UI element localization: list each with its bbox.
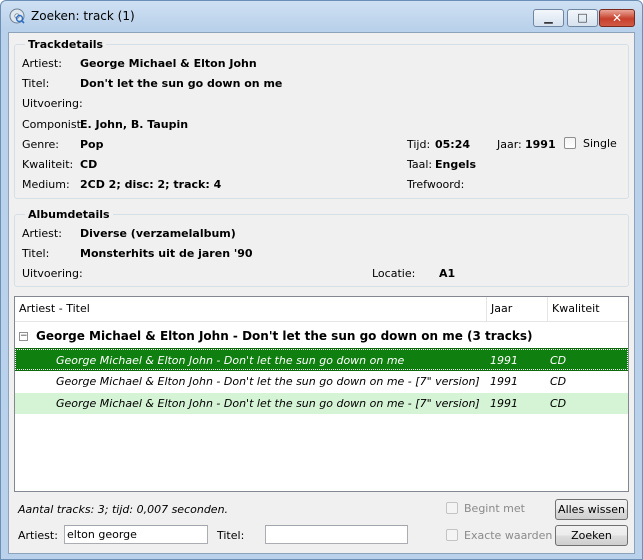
maximize-icon: □	[577, 11, 588, 24]
row-jaar: 1991	[490, 397, 518, 410]
track-titel-value: Don't let the sun go down on me	[80, 77, 283, 90]
search-disc-icon	[9, 8, 25, 24]
collapse-icon[interactable]: −	[19, 332, 28, 341]
results-list[interactable]: Artiest - Titel Jaar Kwaliteit − George …	[14, 296, 629, 492]
table-row[interactable]: George Michael & Elton John - Don't let …	[15, 393, 628, 414]
track-taal-label: Taal:	[407, 158, 433, 171]
single-label: Single	[583, 137, 617, 150]
row-title: George Michael & Elton John - Don't let …	[56, 354, 405, 367]
track-artiest-label: Artiest:	[22, 57, 62, 70]
album-locatie-value: A1	[439, 267, 456, 280]
zoeken-button[interactable]: Zoeken	[555, 525, 628, 546]
track-componist-value: E. John, B. Taupin	[80, 118, 189, 131]
list-group-header[interactable]: − George Michael & Elton John - Don't le…	[15, 328, 628, 346]
search-titel-label: Titel:	[217, 529, 245, 542]
status-text: Aantal tracks: 3; tijd: 0,007 seconden.	[18, 503, 229, 516]
row-jaar: 1991	[490, 354, 518, 367]
row-kwaliteit: CD	[550, 397, 567, 410]
row-kwaliteit: CD	[550, 375, 567, 388]
track-taal-value: Engels	[435, 158, 476, 171]
track-medium-label: Medium:	[22, 178, 70, 191]
album-uitvoering-label: Uitvoering:	[22, 267, 83, 280]
album-artiest-label: Artiest:	[22, 227, 62, 240]
exacte-waarden-checkbox[interactable]	[446, 529, 458, 541]
track-titel-label: Titel:	[22, 77, 50, 90]
artiest-search-input[interactable]: elton george	[64, 525, 208, 544]
single-checkbox[interactable]	[564, 137, 576, 149]
column-artiest-titel[interactable]: Artiest - Titel	[15, 297, 486, 321]
track-medium-value: 2CD 2; disc: 2; track: 4	[80, 178, 222, 191]
column-kwaliteit[interactable]: Kwaliteit	[547, 297, 628, 321]
search-window: Zoeken: track (1) ▁ □ ✕ Trackdetails Art…	[0, 0, 643, 560]
alles-wissen-button[interactable]: Alles wissen	[555, 499, 628, 520]
track-componist-label: Componist:	[22, 118, 85, 131]
row-jaar: 1991	[490, 375, 518, 388]
search-artiest-label: Artiest:	[18, 529, 58, 542]
begint-met-label: Begint met	[464, 502, 525, 515]
row-kwaliteit: CD	[550, 354, 567, 367]
titel-search-input[interactable]	[265, 525, 408, 544]
row-title: George Michael & Elton John - Don't let …	[56, 375, 480, 388]
track-tijd-value: 05:24	[435, 138, 471, 151]
track-tijd-label: Tijd:	[407, 138, 431, 151]
albumdetails-title: Albumdetails	[25, 208, 113, 221]
album-titel-value: Monsterhits uit de jaren '90	[80, 247, 253, 260]
maximize-button[interactable]: □	[567, 9, 598, 27]
track-genre-label: Genre:	[22, 138, 60, 151]
title-bar[interactable]: Zoeken: track (1) ▁ □ ✕	[1, 1, 642, 31]
table-row[interactable]: George Michael & Elton John - Don't let …	[15, 348, 628, 371]
window-title: Zoeken: track (1)	[31, 9, 135, 23]
close-button[interactable]: ✕	[599, 9, 635, 27]
minimize-button[interactable]: ▁	[533, 9, 564, 27]
album-titel-label: Titel:	[22, 247, 50, 260]
track-genre-value: Pop	[80, 138, 104, 151]
column-jaar[interactable]: Jaar	[486, 297, 547, 321]
track-jaar-label: Jaar:	[497, 138, 522, 151]
track-kwaliteit-label: Kwaliteit:	[22, 158, 74, 171]
group-title: George Michael & Elton John - Don't let …	[36, 329, 533, 343]
begint-met-checkbox[interactable]	[446, 502, 458, 514]
track-uitvoering-label: Uitvoering:	[22, 97, 83, 110]
album-locatie-label: Locatie:	[372, 267, 416, 280]
exacte-waarden-label: Exacte waarden	[464, 529, 553, 542]
trackdetails-title: Trackdetails	[25, 38, 107, 51]
close-icon: ✕	[611, 11, 623, 25]
album-artiest-value: Diverse (verzamelalbum)	[80, 227, 236, 240]
table-row[interactable]: George Michael & Elton John - Don't let …	[15, 371, 628, 392]
minimize-icon: ▁	[544, 11, 553, 24]
row-title: George Michael & Elton John - Don't let …	[56, 397, 480, 410]
track-kwaliteit-value: CD	[80, 158, 98, 171]
client-area: Trackdetails Artiest: George Michael & E…	[8, 32, 635, 554]
track-jaar-value: 1991	[525, 138, 556, 151]
track-trefwoord-label: Trefwoord:	[407, 178, 465, 191]
list-header: Artiest - Titel Jaar Kwaliteit	[15, 297, 628, 322]
track-artiest-value: George Michael & Elton John	[80, 57, 257, 70]
